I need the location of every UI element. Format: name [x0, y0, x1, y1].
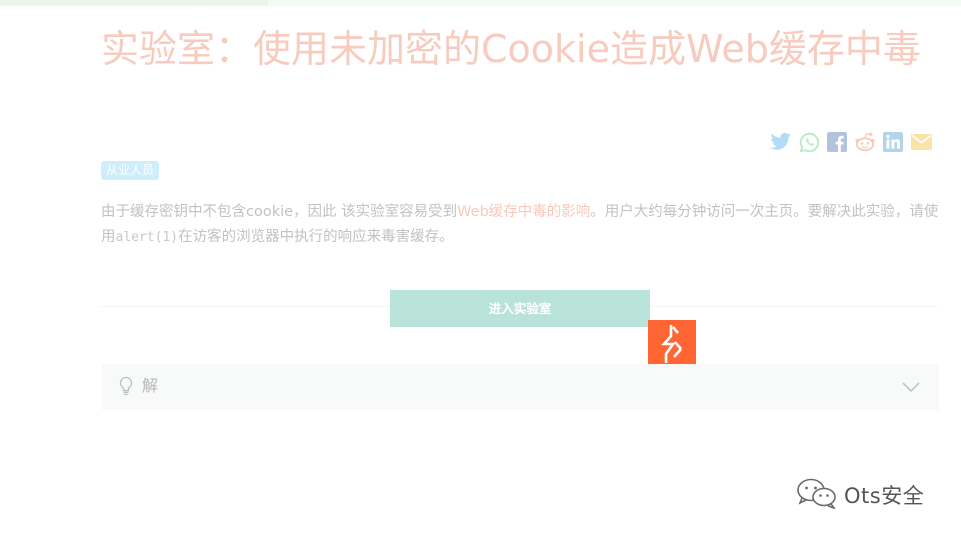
burp-logo-icon[interactable]: [648, 320, 696, 367]
top-nav-segment: [0, 0, 268, 6]
share-bar: [770, 130, 938, 154]
solution-label: 解: [142, 376, 159, 395]
chevron-down-icon[interactable]: [901, 379, 921, 393]
twitter-icon[interactable]: [770, 131, 792, 153]
solution-accordion[interactable]: 解: [102, 364, 939, 410]
top-nav-strip: [0, 0, 961, 6]
watermark: Ots安全: [796, 478, 924, 512]
lab-description: 由于缓存密钥中不包含cookie，因此 该实验室容易受到Web缓存中毒的影响。用…: [101, 200, 941, 250]
level-badge: 从业人员: [101, 161, 160, 180]
description-text: 由于缓存密钥中不包含cookie，因此 该实验室容易受到: [101, 204, 458, 220]
page-title: 实验室：使用未加密的Cookie造成Web缓存中毒: [101, 27, 921, 71]
whatsapp-icon[interactable]: [798, 131, 820, 153]
wechat-icon: [796, 477, 838, 513]
watermark-text: Ots安全: [844, 484, 925, 508]
access-lab-button[interactable]: 进入实验室: [390, 290, 650, 327]
linkedin-icon[interactable]: [882, 131, 904, 153]
lightbulb-icon: [118, 376, 134, 396]
facebook-icon[interactable]: [826, 131, 848, 153]
payload-code: alert(1): [115, 230, 179, 245]
web-cache-poisoning-link[interactable]: Web缓存中毒的影响: [457, 204, 590, 220]
reddit-icon[interactable]: [854, 131, 876, 153]
email-icon[interactable]: [910, 131, 932, 153]
lab-page: 实验室：使用未加密的Cookie造成Web缓存中毒 从业人员 由于缓存密钥中不包…: [0, 0, 961, 537]
description-text: 在访客的浏览器中执行的响应来毒害缓存。: [178, 229, 454, 245]
